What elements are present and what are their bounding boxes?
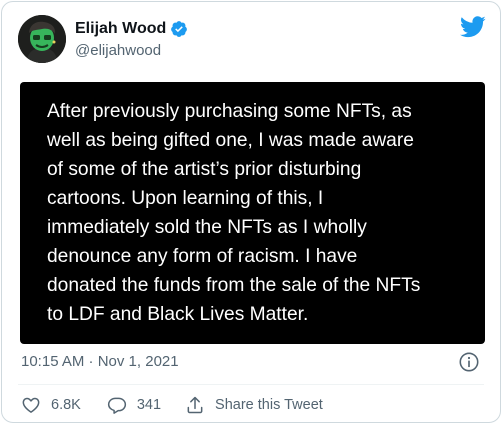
author-handle[interactable]: @elijahwood <box>75 41 188 61</box>
avatar[interactable] <box>18 15 66 63</box>
author-display-name[interactable]: Elijah Wood <box>75 19 166 39</box>
statement-line: donated the funds from the sale of the N… <box>47 275 421 296</box>
heart-icon <box>22 397 40 413</box>
tweet-image[interactable]: After previously purchasing some NFTs, a… <box>20 82 485 344</box>
statement-line: immediately sold the NFTs as I wholly <box>47 217 367 238</box>
statement-line: After previously purchasing some NFTs, a… <box>47 101 412 122</box>
image-statement-text: After previously purchasing some NFTs, a… <box>47 97 463 329</box>
statement-line: well as being gifted one, I was made awa… <box>47 130 414 151</box>
statement-line: to LDF and Black Lives Matter. <box>47 304 309 325</box>
share-button[interactable]: Share this Tweet <box>185 395 323 415</box>
tweet-actions: 6.8K 341 Share this Tweet <box>21 395 323 415</box>
statement-line: cartoons. Upon learning of this, I <box>47 188 324 209</box>
tweet-timestamp[interactable]: 10:15 AM · Nov 1, 2021 <box>21 352 179 372</box>
twitter-bird-icon[interactable] <box>460 16 486 38</box>
divider <box>18 384 484 385</box>
author-name-row: Elijah Wood <box>75 19 188 39</box>
tweet-card: Elijah Wood @elijahwood After previously… <box>1 1 501 423</box>
author-block: Elijah Wood @elijahwood <box>75 19 188 61</box>
share-label: Share this Tweet <box>215 397 323 413</box>
like-button[interactable]: 6.8K <box>21 395 81 415</box>
speech-bubble-icon <box>107 397 126 414</box>
reply-count: 341 <box>136 397 162 413</box>
statement-line: of some of the artist’s prior disturbing <box>47 159 362 180</box>
reply-button[interactable]: 341 <box>107 395 161 415</box>
avatar-image <box>18 15 66 63</box>
share-icon <box>187 396 203 414</box>
statement-line: denounce any form of racism. I have <box>47 246 358 267</box>
like-count: 6.8K <box>51 397 81 413</box>
verified-badge-icon <box>170 20 188 38</box>
info-icon[interactable] <box>458 351 480 373</box>
